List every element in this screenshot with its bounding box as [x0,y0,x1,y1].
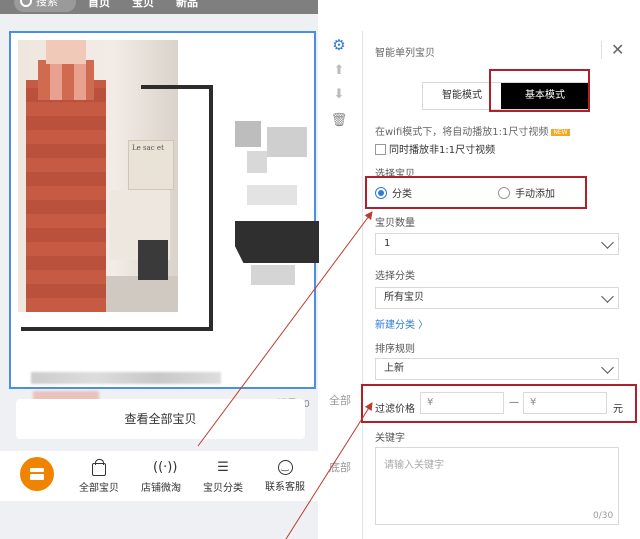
also-play-checkbox-row[interactable]: 同时播放非1:1尺寸视频 [375,141,495,156]
mosaic-block [251,265,295,285]
move-up-icon[interactable]: ⬆ [330,62,348,80]
mosaic-banner [235,221,319,263]
new-category-link[interactable]: 新建分类 〉 [375,316,428,331]
mosaic-block [267,127,307,157]
keyword-placeholder: 请输入关键字 [384,460,444,471]
gear-icon[interactable]: ⚙ [330,36,348,54]
decorative-frame-bottom [21,327,213,331]
chevron-down-icon [601,361,614,374]
mosaic-block [235,121,261,147]
list-icon: ☰ [217,460,229,475]
tab-label: 全部宝贝 [79,483,119,494]
chevron-down-icon [601,236,614,249]
wifi-hint-text: 在wifi模式下，将自动播放1:1尺寸视频 [375,127,549,138]
side-button-bottom[interactable]: 底部 [323,458,357,502]
sort-select[interactable]: 上新 [375,358,619,380]
search-label: 搜索 [36,0,58,8]
settings-panel: 智能单列宝贝 ✕ 智能模式 基本模式 在wifi模式下，将自动播放1:1尺寸视频… [361,31,640,539]
keyword-textarea[interactable]: 请输入关键字 [375,447,619,525]
move-down-icon[interactable]: ⬇ [330,86,348,104]
sort-label: 排序规则 [375,344,415,355]
highlight-box-select [365,176,587,209]
divider [601,41,602,59]
highlight-box-mode [489,69,590,112]
product-title-blurred [31,372,221,384]
tab-all-items[interactable]: 全部宝贝 [68,459,130,494]
mosaic-block [247,185,297,205]
tab-label: 店铺微淘 [141,483,181,494]
nav-new[interactable]: 新品 [176,0,198,10]
mobile-top-bar: 搜索 首页 宝贝 新品 [0,0,318,14]
tab-label: 联系客服 [265,482,305,493]
also-play-label: 同时播放非1:1尺寸视频 [389,145,496,156]
highlight-box-price [361,384,637,423]
tab-contact-service[interactable]: ‿ 联系客服 [254,460,316,493]
module-toolbar: ⚙ ⬆ ⬇ 🗑 [328,30,350,134]
close-icon[interactable]: ✕ [611,40,624,59]
decorative-frame [141,85,213,331]
chevron-down-icon [601,290,614,303]
category-value: 所有宝贝 [384,292,424,303]
tab-label: 宝贝分类 [203,483,243,494]
panel-title: 智能单列宝贝 [375,48,435,59]
keyword-label: 关键字 [375,433,405,444]
tab-shop-feed[interactable]: ((·)) 店铺微淘 [130,460,192,494]
mobile-search-button[interactable]: 搜索 [14,0,76,12]
count-value: 1 [384,238,391,249]
wifi-hint: 在wifi模式下，将自动播放1:1尺寸视频 NEW [375,123,570,138]
search-icon [20,0,32,7]
sort-value: 上新 [384,363,404,374]
keyword-counter: 0/30 [593,511,614,521]
mosaic-block [247,151,267,173]
nav-items[interactable]: 宝贝 [132,0,154,10]
product-card[interactable]: Le sac et 销量: 0 [9,31,319,410]
trash-icon[interactable]: 🗑 [330,112,348,130]
bag-icon [92,459,106,476]
stage: 搜索 首页 宝贝 新品 Le sac et 销量: 0 查看全部宝贝 [0,0,640,539]
new-badge: NEW [551,128,570,136]
also-play-checkbox[interactable] [375,144,386,155]
broadcast-icon: ((·)) [153,460,178,475]
category-label: 选择分类 [375,271,415,282]
count-select[interactable]: 1 [375,233,619,255]
shop-home-button[interactable] [20,457,54,491]
chat-smile-icon: ‿ [277,460,293,475]
side-button-all[interactable]: 全部 [323,391,357,435]
nav-home[interactable]: 首页 [88,0,110,10]
category-select[interactable]: 所有宝贝 [375,287,619,309]
view-all-button[interactable]: 查看全部宝贝 [16,399,305,439]
shop-icon [30,468,44,472]
count-label: 宝贝数量 [375,218,415,229]
tab-categories[interactable]: ☰ 宝贝分类 [192,460,254,494]
